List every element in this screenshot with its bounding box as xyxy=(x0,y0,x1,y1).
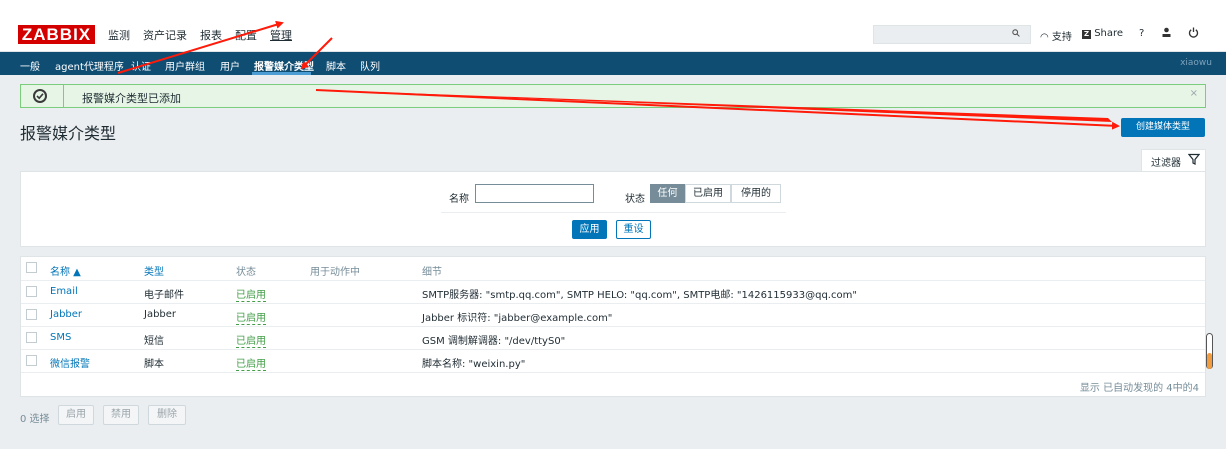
success-message: 报警媒介类型已添加 × xyxy=(20,84,1206,108)
row-checkbox[interactable] xyxy=(26,332,37,343)
table-header-row: 名称 ▲ 类型 状态 用于动作中 细节 xyxy=(21,257,1205,281)
status-enabled-option[interactable]: 已启用 xyxy=(685,184,731,203)
headset-icon: ◠ xyxy=(1040,32,1049,43)
search-icon[interactable] xyxy=(1012,29,1020,37)
media-type-details: GSM 调制解调器: "/dev/ttyS0" xyxy=(422,336,566,347)
column-header-name[interactable]: 名称 ▲ xyxy=(50,263,81,278)
apply-button[interactable]: 应用 xyxy=(572,220,607,239)
media-type-details: Jabber 标识符: "jabber@example.com" xyxy=(422,313,613,324)
status-disabled-option[interactable]: 停用的 xyxy=(731,184,781,203)
nav-queue[interactable]: 队列 xyxy=(360,58,380,73)
nav-authentication[interactable]: 认证 xyxy=(131,58,151,73)
scrollbar-thumb[interactable] xyxy=(1207,353,1212,369)
media-type-name-link[interactable]: Jabber xyxy=(50,309,82,320)
nav-proxies[interactable]: agent代理程序 xyxy=(55,58,124,73)
help-link[interactable]: ? xyxy=(1139,28,1144,39)
message-divider xyxy=(63,85,64,107)
status-toggle-link[interactable]: 已启用 xyxy=(236,286,266,302)
media-type-details: 脚本名称: "weixin.py" xyxy=(422,359,526,370)
status-toggle-link[interactable]: 已启用 xyxy=(236,332,266,348)
filter-name-label: 名称 xyxy=(449,194,469,205)
message-text: 报警媒介类型已添加 xyxy=(82,92,181,105)
table-row: 微信报警 脚本 已启用 脚本名称: "weixin.py" xyxy=(21,349,1205,373)
selected-count: 0 选择 xyxy=(20,414,50,425)
bulk-disable-button[interactable]: 禁用 xyxy=(103,405,139,425)
table-row: Jabber Jabber 已启用 Jabber 标识符: "jabber@ex… xyxy=(21,303,1205,327)
table-row: Email 电子邮件 已启用 SMTP服务器: "smtp.qq.com", S… xyxy=(21,280,1205,304)
funnel-icon xyxy=(1188,153,1200,165)
browser-top-strip xyxy=(0,0,1226,18)
filter-tab-label: 过滤器 xyxy=(1151,158,1181,169)
nav-active-indicator xyxy=(252,72,311,75)
status-toggle-link[interactable]: 已启用 xyxy=(236,355,266,371)
filter-status-label: 状态 xyxy=(625,194,645,205)
column-header-status: 状态 xyxy=(236,267,256,278)
main-menu: 监测 资产记录 报表 配置 管理 xyxy=(108,27,305,43)
user-profile-icon[interactable] xyxy=(1161,27,1172,38)
filter-name-input[interactable] xyxy=(475,184,594,203)
column-header-details: 细节 xyxy=(422,267,442,278)
status-toggle-link[interactable]: 已启用 xyxy=(236,309,266,325)
nav-users[interactable]: 用户 xyxy=(220,58,240,73)
select-all-checkbox[interactable] xyxy=(26,262,37,273)
filter-tab[interactable]: 过滤器 xyxy=(1141,149,1206,171)
create-media-type-button[interactable]: 创建媒体类型 xyxy=(1121,118,1205,137)
sub-navigation: 一般 agent代理程序 认证 用户群组 用户 报警媒介类型 脚本 队列 xia… xyxy=(0,52,1226,75)
search-input[interactable] xyxy=(873,25,1031,44)
media-type-name-link[interactable]: Email xyxy=(50,286,78,297)
nav-user-groups[interactable]: 用户群组 xyxy=(165,58,205,73)
menu-configuration[interactable]: 配置 xyxy=(235,27,257,43)
row-checkbox[interactable] xyxy=(26,309,37,320)
menu-reports[interactable]: 报表 xyxy=(200,27,222,43)
media-type-type: Jabber xyxy=(144,309,177,320)
media-type-type: 电子邮件 xyxy=(144,290,184,301)
share-icon: Z xyxy=(1082,30,1091,39)
support-link[interactable]: ◠ 支持 xyxy=(1040,28,1072,43)
status-any-option[interactable]: 任何 xyxy=(650,184,685,203)
row-checkbox[interactable] xyxy=(26,355,37,366)
page-title: 报警媒介类型 xyxy=(20,124,117,143)
nav-media-types[interactable]: 报警媒介类型 xyxy=(254,58,314,73)
menu-inventory[interactable]: 资产记录 xyxy=(143,27,187,43)
filter-panel: 名称 状态 任何 已启用 停用的 应用 重设 xyxy=(20,171,1206,247)
support-label: 支持 xyxy=(1051,32,1072,43)
top-header: ZABBIX 监测 资产记录 报表 配置 管理 ◠ 支持 Z Share ? xyxy=(0,18,1226,52)
share-link[interactable]: Z Share xyxy=(1082,28,1123,39)
media-type-details: SMTP服务器: "smtp.qq.com", SMTP HELO: "qq.c… xyxy=(422,290,857,301)
share-label: Share xyxy=(1094,28,1124,39)
media-type-name-link[interactable]: 微信报警 xyxy=(50,355,90,370)
current-user: xiaowu xyxy=(1180,58,1212,68)
logout-icon[interactable] xyxy=(1188,27,1199,38)
menu-administration[interactable]: 管理 xyxy=(270,27,292,43)
row-checkbox[interactable] xyxy=(26,286,37,297)
media-types-table: 名称 ▲ 类型 状态 用于动作中 细节 Email 电子邮件 已启用 SMTP服… xyxy=(20,256,1206,397)
zabbix-logo[interactable]: ZABBIX xyxy=(18,25,95,44)
nav-scripts[interactable]: 脚本 xyxy=(326,58,346,73)
table-row: SMS 短信 已启用 GSM 调制解调器: "/dev/ttyS0" xyxy=(21,326,1205,350)
check-circle-icon xyxy=(33,89,47,103)
table-summary: 显示 已自动发现的 4中的4 xyxy=(1079,383,1199,394)
menu-monitoring[interactable]: 监测 xyxy=(108,27,130,43)
close-icon[interactable]: × xyxy=(1190,88,1198,99)
reset-button[interactable]: 重设 xyxy=(616,220,651,239)
bulk-delete-button[interactable]: 删除 xyxy=(148,405,186,425)
media-type-type: 脚本 xyxy=(144,359,164,370)
bulk-enable-button[interactable]: 启用 xyxy=(58,405,94,425)
media-type-type: 短信 xyxy=(144,336,164,347)
column-header-used-in-actions: 用于动作中 xyxy=(310,267,360,278)
media-type-name-link[interactable]: SMS xyxy=(50,332,71,343)
nav-general[interactable]: 一般 xyxy=(20,58,40,73)
column-header-type[interactable]: 类型 xyxy=(144,263,164,278)
filter-divider xyxy=(441,212,786,213)
